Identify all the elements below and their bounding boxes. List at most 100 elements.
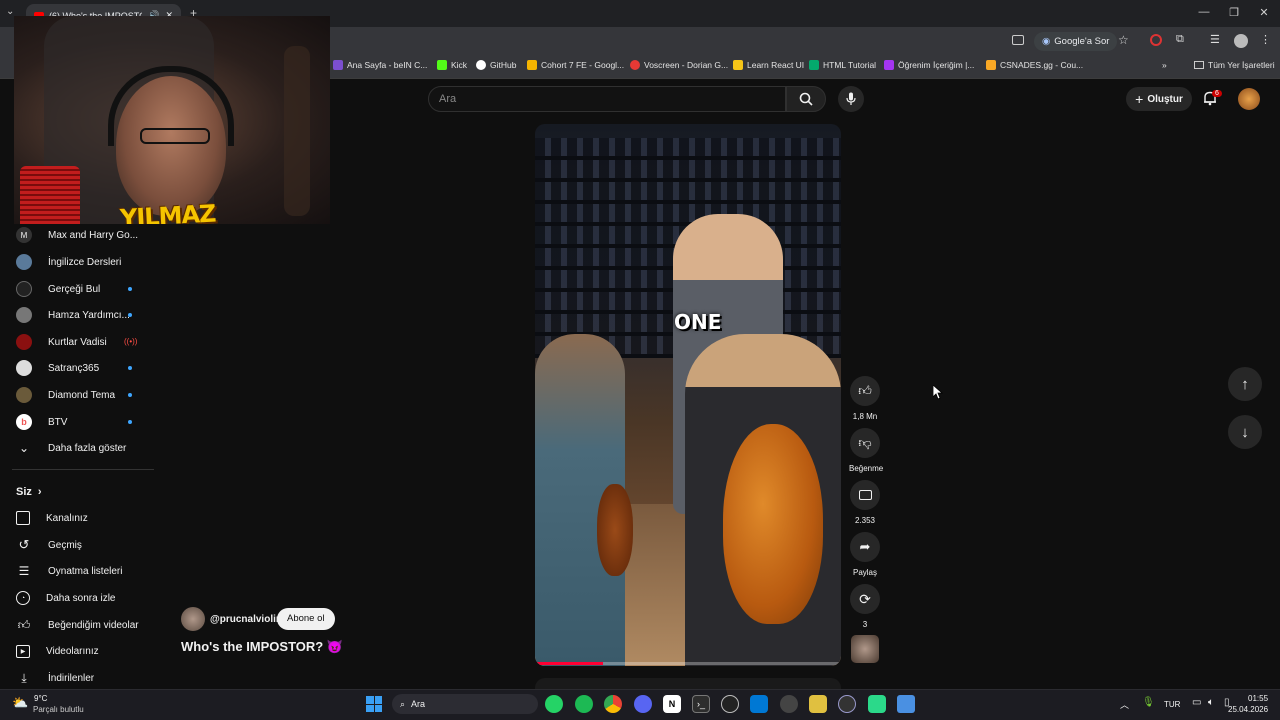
- profile-avatar[interactable]: [1234, 34, 1248, 48]
- bookmark-item[interactable]: HTML Tutorial: [809, 60, 876, 70]
- terminal-icon[interactable]: ›_: [692, 695, 710, 713]
- puzzle-icon[interactable]: ⧉: [1176, 33, 1184, 46]
- remix-button[interactable]: ⟳: [850, 584, 880, 614]
- display-icon[interactable]: ▭: [1192, 697, 1201, 708]
- previous-short-button[interactable]: ↑: [1228, 367, 1262, 401]
- like-action[interactable]: 👍︎ 1,8 Mn: [849, 376, 881, 421]
- sidebar-item-your-videos[interactable]: ▶ Videolarınız: [16, 642, 99, 660]
- volume-icon[interactable]: 🔈︎: [1208, 697, 1214, 708]
- bookmark-item[interactable]: Öğrenim İçeriğim |...: [884, 60, 974, 70]
- minimize-icon[interactable]: —: [1194, 6, 1214, 18]
- search-button[interactable]: [786, 86, 826, 112]
- new-content-dot: [128, 420, 132, 424]
- reading-list-icon[interactable]: ☰: [1210, 33, 1220, 46]
- vscode-icon[interactable]: [750, 695, 768, 713]
- chrome-icon[interactable]: [604, 695, 622, 713]
- weather-temp[interactable]: 9°C: [34, 694, 47, 703]
- bookmark-item[interactable]: Cohort 7 FE - Googl...: [527, 60, 624, 70]
- account-avatar[interactable]: [1238, 88, 1260, 110]
- share-button[interactable]: ➦: [850, 532, 880, 562]
- steam-icon[interactable]: [780, 695, 798, 713]
- mic-tray-icon[interactable]: 🎙︎: [1142, 697, 1155, 708]
- bookmark-item[interactable]: Voscreen - Dorian G...: [630, 60, 728, 70]
- microphone-icon: [846, 92, 856, 105]
- clock-time[interactable]: 01:55: [1248, 694, 1268, 703]
- sidebar-item-label: Satranç365: [48, 362, 100, 374]
- you-section-header[interactable]: Siz ›: [16, 483, 42, 501]
- app-icon[interactable]: [838, 695, 856, 713]
- all-bookmarks-button[interactable]: Tüm Yer İşaretleri: [1194, 60, 1275, 70]
- star-icon[interactable]: ☆: [1118, 33, 1129, 47]
- plus-icon: +: [1135, 91, 1144, 107]
- short-video-player[interactable]: ONE: [535, 124, 841, 666]
- app-icon[interactable]: [868, 695, 886, 713]
- sidebar-item-downloads[interactable]: ⤓ İndirilenler: [16, 669, 94, 687]
- bookmark-item[interactable]: Learn React UI: [733, 60, 804, 70]
- like-button[interactable]: 👍︎: [850, 376, 880, 406]
- sidebar-item-channel[interactable]: M Max and Harry Go...: [16, 226, 138, 244]
- bookmark-label: HTML Tutorial: [823, 60, 877, 70]
- extension-icon[interactable]: [1150, 34, 1162, 46]
- share-action[interactable]: ➦ Paylaş: [849, 532, 881, 577]
- sidebar-item-channel[interactable]: Diamond Tema: [16, 386, 115, 404]
- chatgpt-icon[interactable]: [721, 695, 739, 713]
- show-more-button[interactable]: ⌄ Daha fazla göster: [16, 439, 126, 457]
- sidebar-item-channel[interactable]: Kurtlar Vadisi: [16, 333, 107, 351]
- create-button[interactable]: + Oluştur: [1126, 87, 1192, 111]
- discord-icon[interactable]: [634, 695, 652, 713]
- sidebar-item-channel[interactable]: b BTV: [16, 413, 67, 431]
- bookmark-item[interactable]: GitHub: [476, 60, 516, 70]
- whatsapp-icon[interactable]: [545, 695, 563, 713]
- weather-icon[interactable]: ⛅: [12, 695, 28, 711]
- next-short-button[interactable]: ↓: [1228, 415, 1262, 449]
- channel-avatar[interactable]: [181, 607, 205, 631]
- video-icon: ▶: [16, 644, 30, 658]
- app-icon[interactable]: [809, 695, 827, 713]
- search-input[interactable]: Ara: [428, 86, 786, 112]
- sidebar-item-playlists[interactable]: ☰ Oynatma listeleri: [16, 562, 123, 580]
- menu-icon[interactable]: ⋮: [1260, 33, 1271, 46]
- sidebar-item-liked-videos[interactable]: 👍︎ Beğendiğim videolar: [16, 616, 139, 634]
- channel-handle[interactable]: @prucnalviolin: [210, 614, 282, 625]
- dislike-button[interactable]: 👎︎: [850, 428, 880, 458]
- sidebar-item-watch-later[interactable]: ◔ Daha sonra izle: [16, 589, 115, 607]
- restore-icon[interactable]: ❐: [1224, 6, 1244, 19]
- show-more-label: Daha fazla göster: [48, 442, 127, 454]
- taskbar-search[interactable]: ⌕ Ara: [392, 694, 538, 714]
- dislike-action[interactable]: 👎︎ Beğenme: [849, 428, 883, 473]
- clock-date[interactable]: 25.04.2026: [1228, 705, 1268, 714]
- short-title: Who's the IMPOSTOR? 😈: [181, 639, 344, 654]
- spotify-icon[interactable]: [575, 695, 593, 713]
- sidebar-item-channel[interactable]: Hamza Yardımcı...: [16, 306, 130, 324]
- sidebar-item-your-channel[interactable]: Kanalınız: [16, 509, 88, 527]
- ask-google-button[interactable]: ◉ Google'a Sor: [1034, 32, 1118, 51]
- weather-description[interactable]: Parçalı bulutlu: [33, 705, 84, 714]
- keyboard-language[interactable]: TUR: [1164, 700, 1180, 709]
- remix-action[interactable]: ⟳ 3: [849, 584, 881, 629]
- app-icon[interactable]: [897, 695, 915, 713]
- comments-action[interactable]: 2.353: [849, 480, 881, 525]
- tray-overflow-icon[interactable]: ︿: [1120, 698, 1129, 711]
- sidebar-item-label: Max and Harry Go...: [48, 229, 139, 241]
- voice-search-button[interactable]: [838, 86, 864, 112]
- notion-icon[interactable]: N: [663, 695, 681, 713]
- sidebar-item-label: Daha sonra izle: [46, 592, 116, 604]
- sidebar-item-channel[interactable]: Gerçeği Bul: [16, 280, 100, 298]
- sidebar-item-channel[interactable]: İngilizce Dersleri: [16, 253, 121, 271]
- subscribe-button[interactable]: Abone ol: [277, 608, 335, 630]
- start-button[interactable]: [366, 696, 382, 712]
- sidebar-item-history[interactable]: ↺ Geçmiş: [16, 536, 82, 554]
- more-bookmarks-icon[interactable]: »: [1162, 60, 1167, 70]
- comments-button[interactable]: [850, 480, 880, 510]
- close-window-icon[interactable]: ✕: [1254, 6, 1274, 19]
- sidebar-item-channel[interactable]: Satranç365: [16, 359, 99, 377]
- bookmark-item[interactable]: Kick: [437, 60, 467, 70]
- sound-thumbnail[interactable]: [851, 635, 879, 663]
- bookmark-item[interactable]: Ana Sayfa - beIN C...: [333, 60, 427, 70]
- sidebar-item-label: Videolarınız: [46, 645, 99, 657]
- search-icon: [799, 92, 813, 106]
- channel-avatar-icon: [16, 360, 32, 376]
- cast-icon[interactable]: [1012, 35, 1024, 45]
- bookmark-item[interactable]: CSNADES.gg - Cou...: [986, 60, 1083, 70]
- sidebar-item-label: Gerçeği Bul: [48, 283, 101, 295]
